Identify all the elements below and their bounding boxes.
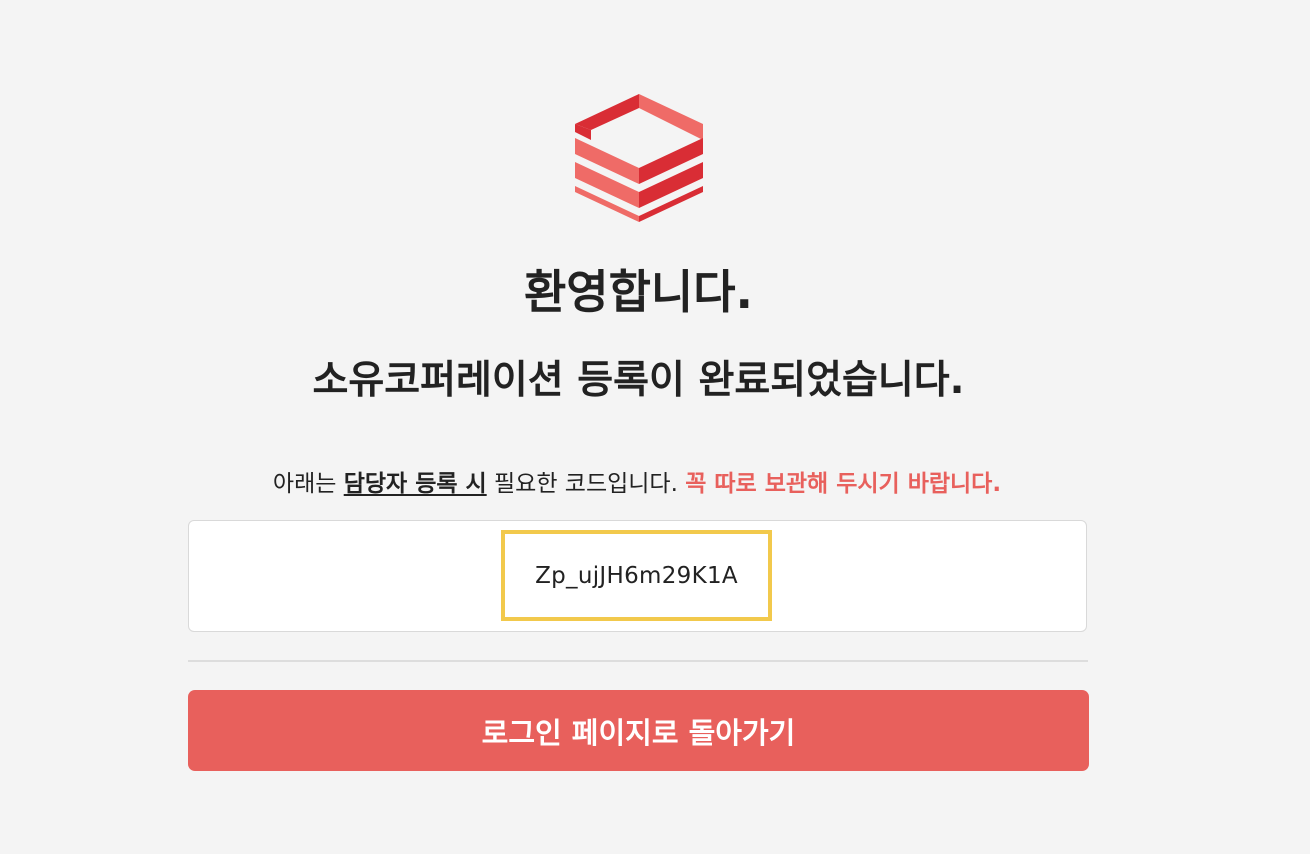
back-to-login-button[interactable]: 로그인 페이지로 돌아가기 <box>188 690 1089 771</box>
manager-registration-code[interactable]: Zp_ujJH6m29K1A <box>501 530 772 621</box>
registration-complete-title: 소유코퍼레이션 등록이 완료되었습니다. <box>312 358 965 403</box>
notice-middle: 필요한 코드입니다. <box>486 471 686 497</box>
code-box: Zp_ujJH6m29K1A <box>188 520 1087 632</box>
welcome-title: 환영합니다. <box>523 265 754 319</box>
notice-emphasis: 담당자 등록 시 <box>343 471 487 497</box>
stacked-boxes-logo-icon <box>575 94 703 222</box>
divider <box>188 660 1088 662</box>
notice-prefix: 아래는 <box>272 471 344 497</box>
registration-complete-page: 환영합니다. 소유코퍼레이션 등록이 완료되었습니다. 아래는 담당자 등록 시… <box>0 0 1310 854</box>
code-notice: 아래는 담당자 등록 시 필요한 코드입니다. 꼭 따로 보관해 두시기 바랍니… <box>0 468 1274 500</box>
notice-warning: 꼭 따로 보관해 두시기 바랍니다. <box>685 471 1002 497</box>
